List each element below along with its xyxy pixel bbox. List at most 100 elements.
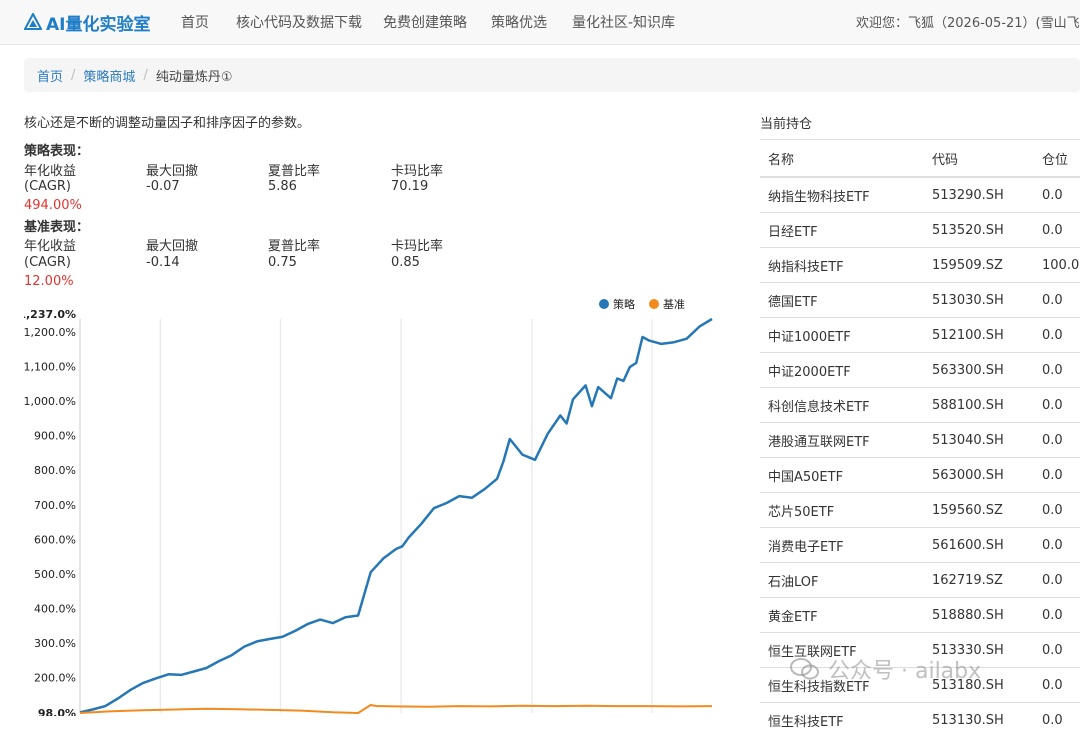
y-tick-label: 900.0% (34, 430, 76, 443)
table-row: 石油LOF162719.SZ0.0 (760, 563, 1080, 598)
triangle-logo-icon (24, 13, 42, 31)
holdings-table: 名称 代码 仓位 纳指生物科技ETF513290.SH0.0日经ETF51352… (760, 139, 1080, 737)
watermark: 公众号 · ailabx (790, 653, 981, 685)
nav-code-download[interactable]: 核心代码及数据下载 (236, 12, 362, 32)
perf-cagr-abbr: (CAGR) (24, 179, 71, 194)
holding-name: 中国A50ETF (760, 458, 924, 493)
strategy-description: 核心还是不断的调整动量因子和排序因子的参数。 (24, 112, 310, 131)
holding-name: 恒生科技ETF (760, 703, 924, 737)
holding-name: 纳指科技ETF (760, 248, 924, 283)
breadcrumb: 首页 / 策略商城 / 纯动量炼丹① (24, 58, 1080, 92)
holding-weight: 0.0 (1034, 388, 1080, 423)
holding-code: 563000.SH (924, 458, 1034, 493)
holding-weight: 0.0 (1034, 423, 1080, 458)
holding-weight: 0.0 (1034, 668, 1080, 703)
bench-cagr-abbr: (CAGR) (24, 255, 71, 270)
brand-logo[interactable]: AI量化实验室 (24, 10, 150, 34)
holding-weight: 0.0 (1034, 528, 1080, 563)
holding-weight: 0.0 (1034, 633, 1080, 668)
y-tick-label: 1,100.0% (24, 360, 76, 373)
bench-label-calmar: 卡玛比率 (391, 235, 443, 254)
holding-code: 159509.SZ (924, 248, 1034, 283)
holding-name: 芯片50ETF (760, 493, 924, 528)
breadcrumb-mall[interactable]: 策略商城 (83, 66, 135, 85)
holding-name: 港股通互联网ETF (760, 423, 924, 458)
perf-label-sharpe: 夏普比率 (268, 160, 320, 179)
holding-name: 科创信息技术ETF (760, 388, 924, 423)
holding-code: 512100.SH (924, 318, 1034, 353)
equity-curve-chart: 98.0%200.0%300.0%400.0%500.0%600.0%700.0… (24, 292, 724, 716)
bench-sharpe-value: 0.75 (268, 255, 297, 270)
y-tick-label: 1,237.0% (24, 308, 76, 321)
holding-name: 日经ETF (760, 213, 924, 248)
table-row: 纳指科技ETF159509.SZ100.0 (760, 248, 1080, 283)
table-row: 科创信息技术ETF588100.SH0.0 (760, 388, 1080, 423)
holding-weight: 0.0 (1034, 318, 1080, 353)
perf-drawdown-value: -0.07 (146, 179, 180, 194)
holdings-header-row: 名称 代码 仓位 (760, 140, 1080, 178)
y-tick-label: 500.0% (34, 568, 76, 581)
bench-drawdown-value: -0.14 (146, 255, 180, 270)
holding-weight: 0.0 (1034, 177, 1080, 213)
nav-home[interactable]: 首页 (181, 12, 209, 32)
holding-code: 162719.SZ (924, 563, 1034, 598)
holding-code: 513130.SH (924, 703, 1034, 737)
holding-weight: 0.0 (1034, 353, 1080, 388)
holding-code: 513040.SH (924, 423, 1034, 458)
holdings-header-name: 名称 (760, 140, 924, 178)
table-row: 芯片50ETF159560.SZ0.0 (760, 493, 1080, 528)
holding-name: 中证1000ETF (760, 318, 924, 353)
y-tick-label: 98.0% (38, 707, 76, 716)
holding-name: 纳指生物科技ETF (760, 177, 924, 213)
perf-label-cagr: 年化收益 (24, 160, 76, 179)
holding-weight: 0.0 (1034, 458, 1080, 493)
table-row: 德国ETF513030.SH0.0 (760, 283, 1080, 318)
watermark-text: 公众号 · ailabx (828, 653, 981, 685)
y-tick-label: 200.0% (34, 672, 76, 685)
table-row: 中国A50ETF563000.SH0.0 (760, 458, 1080, 493)
legend-marker (649, 299, 659, 309)
welcome-user[interactable]: 欢迎您：飞狐（2026-05-21）(雪山飞狐 (856, 12, 1080, 31)
legend-label: 策略 (613, 297, 635, 311)
holding-code: 513290.SH (924, 177, 1034, 213)
y-tick-label: 300.0% (34, 637, 76, 650)
breadcrumb-home[interactable]: 首页 (37, 66, 63, 85)
y-tick-label: 1,200.0% (24, 326, 76, 339)
holdings-header-weight: 仓位 (1034, 140, 1080, 178)
nav-create-strategy[interactable]: 免费创建策略 (383, 12, 467, 32)
table-row: 黄金ETF518880.SH0.0 (760, 598, 1080, 633)
holding-name: 黄金ETF (760, 598, 924, 633)
perf-cagr-value: 494.00% (24, 198, 82, 213)
bench-cagr-value: 12.00% (24, 274, 74, 289)
table-row: 恒生科技ETF513130.SH0.0 (760, 703, 1080, 737)
holding-weight: 0.0 (1034, 493, 1080, 528)
holding-code: 513520.SH (924, 213, 1034, 248)
table-row: 日经ETF513520.SH0.0 (760, 213, 1080, 248)
y-tick-label: 800.0% (34, 464, 76, 477)
bench-label-sharpe: 夏普比率 (268, 235, 320, 254)
holding-weight: 0.0 (1034, 598, 1080, 633)
top-navbar: AI量化实验室 首页 核心代码及数据下载 免费创建策略 策略优选 量化社区-知识… (0, 0, 1080, 45)
holdings-title: 当前持仓 (760, 113, 812, 132)
holding-code: 561600.SH (924, 528, 1034, 563)
nav-community[interactable]: 量化社区-知识库 (572, 12, 675, 32)
perf-calmar-value: 70.19 (391, 179, 428, 194)
holding-weight: 0.0 (1034, 703, 1080, 737)
holding-code: 588100.SH (924, 388, 1034, 423)
strategy-series-line (80, 319, 712, 712)
perf-sharpe-value: 5.86 (268, 179, 297, 194)
holding-weight: 0.0 (1034, 213, 1080, 248)
holding-weight: 0.0 (1034, 563, 1080, 598)
breadcrumb-separator: / (71, 68, 75, 83)
holding-name: 消费电子ETF (760, 528, 924, 563)
holding-code: 518880.SH (924, 598, 1034, 633)
holding-code: 513030.SH (924, 283, 1034, 318)
legend-label: 基准 (663, 298, 685, 311)
holding-code: 159560.SZ (924, 493, 1034, 528)
holding-weight: 100.0 (1034, 248, 1080, 283)
breadcrumb-current: 纯动量炼丹① (156, 66, 233, 85)
holdings-header-code: 代码 (924, 140, 1034, 178)
nav-strategy-pick[interactable]: 策略优选 (491, 12, 547, 32)
holding-code: 563300.SH (924, 353, 1034, 388)
perf-label-drawdown: 最大回撤 (146, 160, 198, 179)
